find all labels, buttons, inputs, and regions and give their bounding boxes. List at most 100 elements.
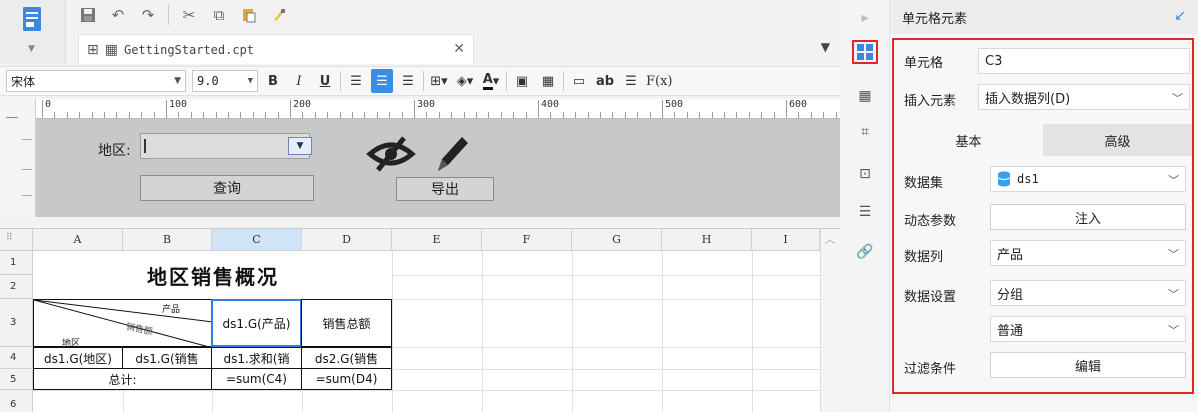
column-header-i[interactable]: I xyxy=(752,229,820,251)
app-logo-area[interactable]: ▼ xyxy=(0,0,66,64)
row-header-3[interactable]: 3 xyxy=(0,299,33,347)
ruler-tick xyxy=(277,112,279,118)
formula-button[interactable]: F(x) xyxy=(646,69,673,93)
column-header-b[interactable]: B xyxy=(123,229,212,251)
column-header-h[interactable]: H xyxy=(662,229,752,251)
cell-title[interactable]: 地区销售概况 xyxy=(34,252,392,298)
eye-hidden-icon[interactable] xyxy=(366,134,416,174)
close-icon[interactable]: ✕ xyxy=(453,41,465,57)
logo-dropdown-icon[interactable]: ▼ xyxy=(28,44,35,54)
cell-c3[interactable]: ds1.G(产品) xyxy=(211,299,302,347)
widget-icon[interactable]: ⌗ xyxy=(852,120,878,144)
ruler-major-tick xyxy=(662,100,663,118)
column-header-d[interactable]: D xyxy=(302,229,392,251)
cell-d5[interactable]: =sum(D4) xyxy=(301,368,392,390)
cell-a3-diagonal[interactable]: 产品 销售额 地区 xyxy=(33,299,212,347)
vertical-scrollbar[interactable]: ︿ xyxy=(820,229,840,412)
undo-icon[interactable]: ↶ xyxy=(108,5,128,25)
pencil-icon[interactable] xyxy=(432,131,472,177)
column-header-g[interactable]: G xyxy=(572,229,662,251)
tab-getting-started[interactable]: ⊞ ▦ GettingStarted.cpt ✕ xyxy=(78,34,474,64)
cell-a4[interactable]: ds1.G(地区) xyxy=(33,347,123,369)
cell-c5[interactable]: =sum(C4) xyxy=(211,368,302,390)
data-setting-mode-select[interactable]: 普通 ﹀ xyxy=(990,316,1186,342)
data-setting-select[interactable]: 分组 ﹀ xyxy=(990,280,1186,306)
underline-button[interactable]: U xyxy=(314,69,336,93)
font-select[interactable]: 宋体 ▼ xyxy=(6,70,186,92)
query-button[interactable]: 查询 xyxy=(140,175,314,201)
column-header-a[interactable]: A xyxy=(33,229,123,251)
column-header-e[interactable]: E xyxy=(392,229,482,251)
panel-icon-strip: ▸ ▦ ⌗ ⊡ ☰ 🔗 xyxy=(840,0,890,412)
font-size-value: 9.0 xyxy=(197,74,219,88)
bold-button[interactable]: B xyxy=(262,69,284,93)
cell-value: C3 xyxy=(985,53,1003,69)
fill-color-icon[interactable]: ◈▾ xyxy=(454,69,476,93)
collapse-arrow-icon[interactable]: ▸ xyxy=(852,6,878,30)
export-button[interactable]: 导出 xyxy=(396,177,494,201)
cell-input[interactable]: C3 xyxy=(978,48,1190,74)
ruler-label: 0 xyxy=(45,99,52,110)
ruler-tick xyxy=(352,112,353,118)
font-color-icon[interactable]: A ▾ xyxy=(480,69,502,93)
diag-label-top: 产品 xyxy=(162,305,181,315)
row-header-6[interactable]: 6 xyxy=(0,390,33,412)
pin-icon[interactable]: ↙ xyxy=(1174,8,1186,24)
ruler-tick xyxy=(810,112,812,118)
border-icon[interactable]: ⊞▾ xyxy=(428,69,450,93)
cut-icon[interactable]: ✂ xyxy=(179,5,199,25)
cell-b4[interactable]: ds1.G(销售 xyxy=(122,347,212,369)
ruler-tick xyxy=(637,112,639,118)
ruler-tick xyxy=(364,112,366,118)
row-header-5[interactable]: 5 xyxy=(0,369,33,390)
row-header-1[interactable]: 1 xyxy=(0,251,33,275)
toolbar-divider xyxy=(340,71,341,91)
ruler-major-tick xyxy=(414,100,415,118)
format-painter-icon[interactable] xyxy=(269,5,289,25)
cell-attribute-icon[interactable]: ▦ xyxy=(852,84,878,108)
data-column-select[interactable]: 产品 ﹀ xyxy=(990,240,1186,266)
column-header-c[interactable]: C xyxy=(212,229,302,251)
text-ab-button[interactable]: ab xyxy=(594,69,616,93)
dropdown-widget-icon[interactable]: ⊡ xyxy=(852,162,878,186)
column-header-f[interactable]: F xyxy=(482,229,572,251)
save-icon[interactable] xyxy=(78,5,98,25)
insert-select[interactable]: 插入数据列(D) ﹀ xyxy=(978,84,1190,110)
inject-button[interactable]: 注入 xyxy=(990,204,1186,230)
region-input[interactable] xyxy=(140,133,310,159)
grid-line xyxy=(392,251,393,412)
ruler-tick xyxy=(686,112,688,118)
panel-title: 单元格元素 xyxy=(902,11,968,27)
ruler-tick xyxy=(153,112,155,118)
merge-cells-icon[interactable]: ▣ xyxy=(511,69,533,93)
ruler-tick xyxy=(748,112,750,118)
tab-advanced[interactable]: 高级 xyxy=(1043,124,1192,156)
condition-icon[interactable]: ☰ xyxy=(852,200,878,224)
redo-icon[interactable]: ↷ xyxy=(138,5,158,25)
cell-d4[interactable]: ds2.G(销售 xyxy=(301,347,392,369)
region-dropdown-icon[interactable]: ▼ xyxy=(288,137,312,155)
italic-button[interactable]: I xyxy=(288,69,310,93)
tab-basic[interactable]: 基本 xyxy=(894,124,1043,156)
filter-edit-button[interactable]: 编辑 xyxy=(990,352,1186,378)
dataset-select[interactable]: ds1 ﹀ xyxy=(990,166,1186,192)
cell-total-label[interactable]: 总计: xyxy=(33,368,212,390)
link-icon[interactable]: 🔗 xyxy=(852,240,878,264)
row-header-2[interactable]: 2 xyxy=(0,275,33,299)
cell-element-icon[interactable] xyxy=(852,40,878,64)
align-left-icon[interactable]: ☰ xyxy=(345,69,367,93)
copy-icon[interactable]: ⧉ xyxy=(209,5,229,25)
paragraph-icon[interactable]: ☰ xyxy=(620,69,642,93)
align-center-icon[interactable]: ☰ xyxy=(371,69,393,93)
cell-c4[interactable]: ds1.求和(销 xyxy=(211,347,302,369)
select-all-corner[interactable]: ⠿ xyxy=(0,229,33,251)
row-header-4[interactable]: 4 xyxy=(0,347,33,369)
cell-d3[interactable]: 销售总额 xyxy=(301,299,392,347)
split-cells-icon[interactable]: ▦ xyxy=(537,69,559,93)
chevron-up-icon[interactable]: ︿ xyxy=(825,231,835,246)
text-field-icon[interactable]: ▭ xyxy=(568,69,590,93)
align-right-icon[interactable]: ☰ xyxy=(397,69,419,93)
font-size-select[interactable]: 9.0 ▼ xyxy=(192,70,258,92)
tab-menu-icon[interactable]: ▼ xyxy=(821,40,830,54)
paste-icon[interactable] xyxy=(239,5,259,25)
